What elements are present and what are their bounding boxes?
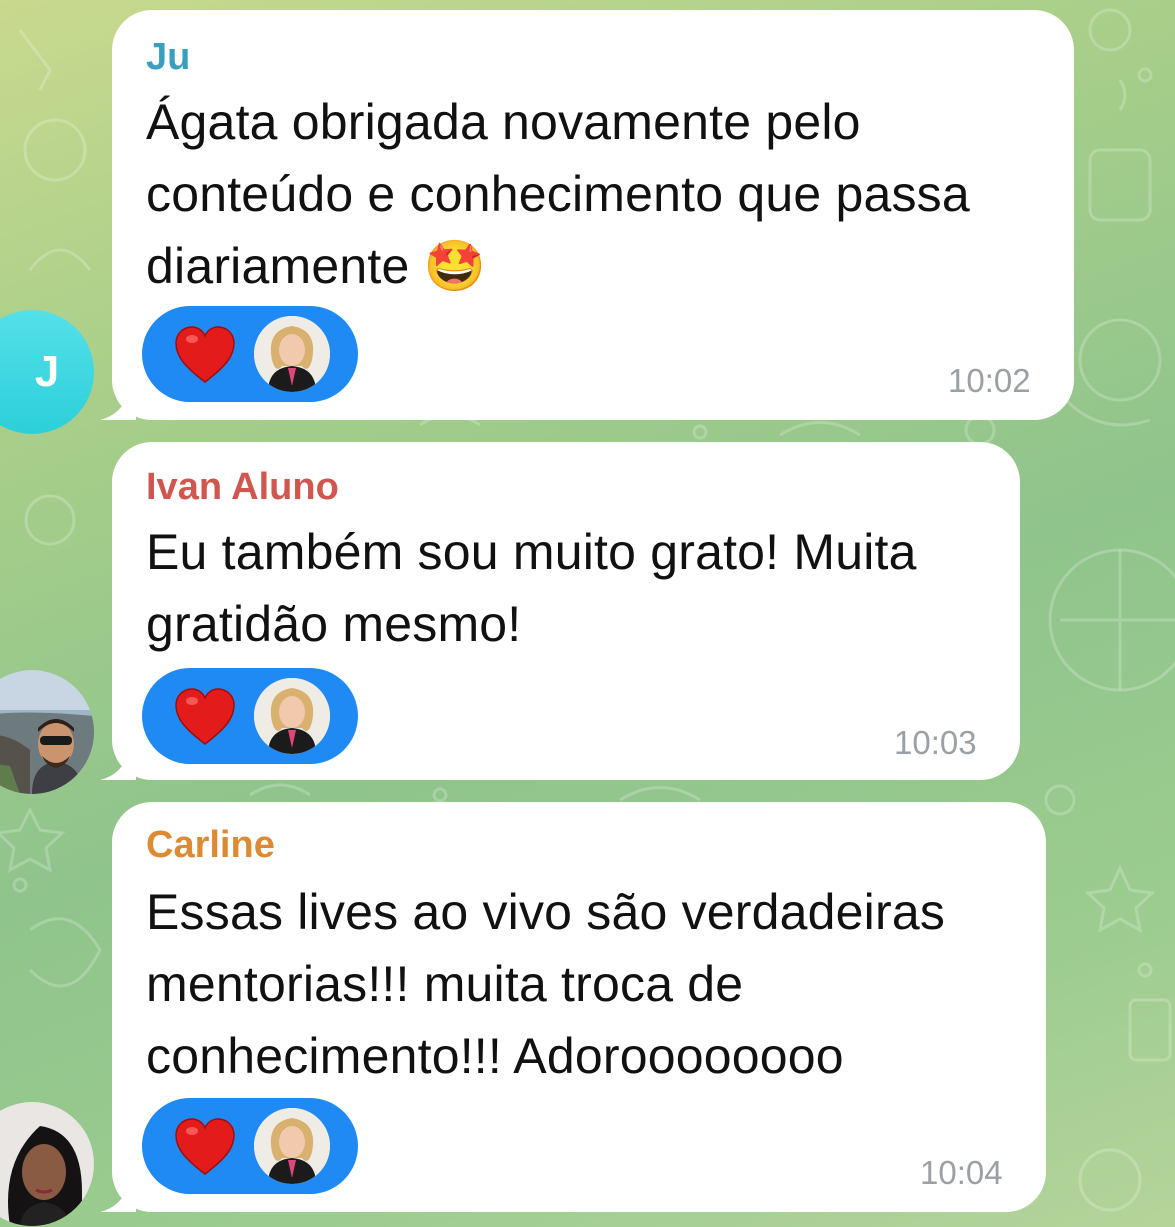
message-timestamp: 10:03 [894, 724, 977, 761]
reaction-pill[interactable] [142, 668, 358, 764]
avatar[interactable] [0, 1102, 94, 1226]
message-text-line: gratidão mesmo! [146, 596, 522, 652]
message-bubble[interactable]: Ivan Aluno Eu também sou muito grato! Mu… [112, 442, 1020, 780]
message-ju[interactable]: Ju Ágata obrigada novamente pelo conteúd… [0, 0, 1175, 434]
message-timestamp: 10:02 [948, 362, 1031, 399]
sender-name[interactable]: Carline [146, 824, 275, 867]
heart-icon [175, 326, 235, 383]
avatar[interactable]: J [0, 310, 94, 434]
message-text-line: mentorias!!! muita troca de [146, 956, 744, 1012]
message-text-line: Essas lives ao vivo são verdadeiras [146, 884, 946, 940]
avatar-initial: J [34, 347, 60, 396]
message-bubble[interactable]: Carline Essas lives ao vivo são verdadei… [112, 802, 1046, 1212]
sender-name[interactable]: Ivan Aluno [146, 466, 339, 509]
reactor-avatar[interactable] [254, 1108, 330, 1184]
heart-icon [175, 688, 235, 745]
reaction-pill[interactable] [142, 1098, 358, 1194]
message-timestamp: 10:04 [920, 1154, 1003, 1191]
heart-icon [175, 1118, 235, 1175]
sender-name[interactable]: Ju [146, 36, 190, 79]
message-text-line: Eu também sou muito grato! Muita [146, 524, 917, 580]
message-ivan[interactable]: Ivan Aluno Eu também sou muito grato! Mu… [0, 430, 1175, 794]
message-bubble[interactable]: Ju Ágata obrigada novamente pelo conteúd… [112, 10, 1074, 420]
reaction-pill[interactable] [142, 306, 358, 402]
avatar[interactable] [0, 670, 94, 794]
message-text-line: conhecimento!!! Adoroooooooo [146, 1028, 844, 1084]
message-text-line: diariamente 🤩 [146, 238, 487, 294]
reactor-avatar[interactable] [254, 316, 330, 392]
message-carline[interactable]: Carline Essas lives ao vivo são verdadei… [0, 792, 1175, 1227]
message-text-line: Ágata obrigada novamente pelo [146, 94, 861, 150]
message-text-line: conteúdo e conhecimento que passa [146, 166, 970, 222]
reactor-avatar[interactable] [254, 678, 330, 754]
